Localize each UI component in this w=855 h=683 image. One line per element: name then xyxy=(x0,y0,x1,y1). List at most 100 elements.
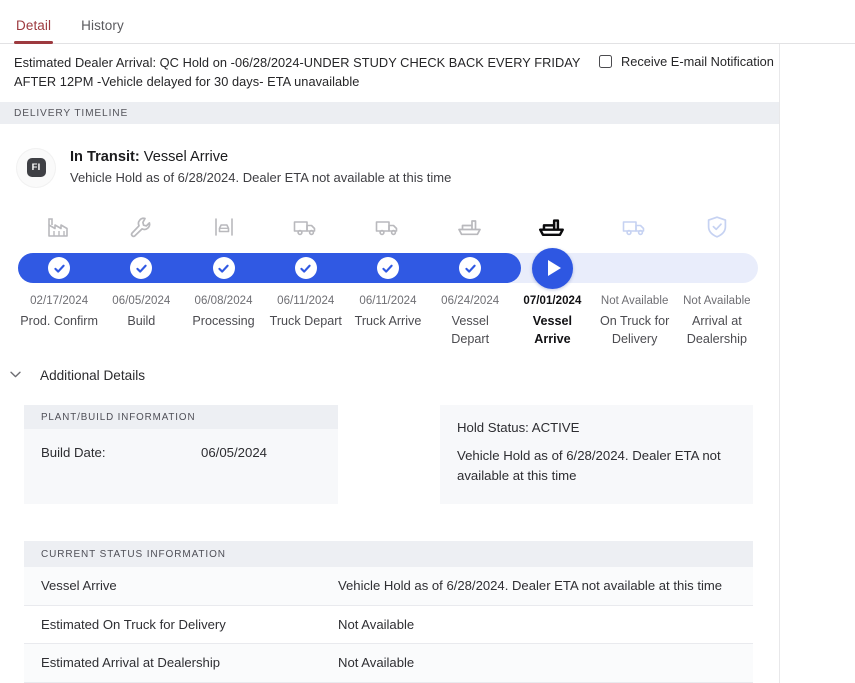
hold-status-card: Hold Status: ACTIVE Vehicle Hold as of 6… xyxy=(440,405,753,504)
timeline-node-arrival-at-dealership[interactable] xyxy=(676,253,758,283)
check-circle-icon xyxy=(459,257,481,279)
delivery-timeline: 02/17/2024 Prod. Confirm 06/05/2024 Buil… xyxy=(0,206,855,356)
receive-email-label[interactable]: Receive E-mail Notification xyxy=(621,54,774,69)
build-date-value: 06/05/2024 xyxy=(201,445,267,460)
table-row: Estimated On Truck for Delivery Not Avai… xyxy=(24,606,753,645)
plant-build-information-card: PLANT/BUILD INFORMATION Build Date: 06/0… xyxy=(24,405,338,504)
step-icon-vessel-depart xyxy=(429,206,511,248)
step-icon-truck-arrive xyxy=(347,206,429,248)
ship-icon xyxy=(456,215,484,239)
step-date: 06/24/2024 xyxy=(431,293,509,310)
timeline-node-truck-arrive[interactable] xyxy=(347,253,429,283)
timeline-label-on-truck-for-delivery: Not Available On Truck for Delivery xyxy=(594,293,676,348)
current-status-information-section: CURRENT STATUS INFORMATION Vessel Arrive… xyxy=(0,541,855,683)
status-title: In Transit: Vessel Arrive xyxy=(70,147,451,167)
chevron-down-icon xyxy=(10,370,20,381)
step-icon-arrival-at-dealership xyxy=(676,206,758,248)
step-icon-on-truck-for-delivery xyxy=(594,206,676,248)
timeline-label-truck-arrive: 06/11/2024 Truck Arrive xyxy=(347,293,429,348)
truck-icon xyxy=(621,215,649,239)
timeline-label-prod-confirm: 02/17/2024 Prod. Confirm xyxy=(18,293,100,348)
step-date: Not Available xyxy=(596,293,674,310)
build-date-row: Build Date: 06/05/2024 xyxy=(41,445,321,460)
current-status-table: CURRENT STATUS INFORMATION Vessel Arrive… xyxy=(24,541,753,683)
content-right-divider xyxy=(779,44,780,683)
status-row-value: Vehicle Hold as of 6/28/2024. Dealer ETA… xyxy=(338,578,753,593)
table-row: Vessel Arrive Vehicle Hold as of 6/28/20… xyxy=(24,567,753,606)
brand-avatar: FI xyxy=(16,148,56,188)
estimated-arrival-text: Estimated Dealer Arrival: QC Hold on -06… xyxy=(14,53,589,91)
status-row-label: Estimated On Truck for Delivery xyxy=(24,617,338,632)
timeline-node-build[interactable] xyxy=(100,253,182,283)
step-name: Prod. Confirm xyxy=(20,312,98,330)
estimated-arrival-notice: Estimated Dealer Arrival: QC Hold on -06… xyxy=(0,44,855,98)
vehicle-processing-icon xyxy=(211,215,237,239)
timeline-node-prod-confirm[interactable] xyxy=(18,253,100,283)
step-name: Truck Depart xyxy=(267,312,345,330)
status-row-label: Estimated Arrival at Dealership xyxy=(24,655,338,670)
step-name: Vessel Depart xyxy=(431,312,509,348)
timeline-node-on-truck-for-delivery[interactable] xyxy=(594,253,676,283)
timeline-label-vessel-depart: 06/24/2024 Vessel Depart xyxy=(429,293,511,348)
step-date: Not Available xyxy=(678,293,756,310)
check-circle-icon xyxy=(130,257,152,279)
timeline-node-row xyxy=(18,253,758,283)
step-name: Vessel Arrive xyxy=(513,312,591,348)
timeline-label-truck-depart: 06/11/2024 Truck Depart xyxy=(265,293,347,348)
current-status-header: FI In Transit: Vessel Arrive Vehicle Hol… xyxy=(0,124,855,188)
step-date: 06/08/2024 xyxy=(184,293,262,310)
build-date-key: Build Date: xyxy=(41,445,201,460)
timeline-label-row: 02/17/2024 Prod. Confirm 06/05/2024 Buil… xyxy=(18,293,758,348)
step-date: 06/11/2024 xyxy=(267,293,345,310)
vehicle-tracking-page: Detail History Estimated Dealer Arrival:… xyxy=(0,0,855,683)
tab-detail-label: Detail xyxy=(16,18,51,33)
timeline-label-arrival-at-dealership: Not Available Arrival at Dealership xyxy=(676,293,758,348)
table-row: Estimated Arrival at Dealership Not Avai… xyxy=(24,644,753,683)
plant-build-card-body: Build Date: 06/05/2024 xyxy=(24,429,338,482)
status-row-value: Not Available xyxy=(338,617,753,632)
check-circle-icon xyxy=(377,257,399,279)
status-title-stage: Vessel Arrive xyxy=(144,149,228,165)
status-detail: Vehicle Hold as of 6/28/2024. Dealer ETA… xyxy=(70,168,451,188)
email-notification-control[interactable]: Receive E-mail Notification xyxy=(599,53,774,69)
check-circle-icon xyxy=(295,257,317,279)
status-row-label: Vessel Arrive xyxy=(24,578,338,593)
plant-build-card-title: PLANT/BUILD INFORMATION xyxy=(41,412,195,423)
additional-details-label: Additional Details xyxy=(40,368,145,383)
timeline-icon-row xyxy=(18,206,758,248)
check-circle-icon xyxy=(213,257,235,279)
tab-history-label: History xyxy=(81,18,124,33)
truck-icon xyxy=(292,215,320,239)
receive-email-checkbox[interactable] xyxy=(599,55,612,68)
play-circle-icon xyxy=(532,248,573,289)
step-icon-vessel-arrive xyxy=(511,206,593,248)
tab-history[interactable]: History xyxy=(79,19,126,44)
truck-icon xyxy=(374,215,402,239)
additional-details-toggle[interactable]: Additional Details xyxy=(0,356,300,383)
step-date: 06/05/2024 xyxy=(102,293,180,310)
ship-icon xyxy=(537,214,567,240)
current-status-table-title: CURRENT STATUS INFORMATION xyxy=(41,549,226,560)
timeline-label-vessel-arrive: 07/01/2024 Vessel Arrive xyxy=(511,293,593,348)
step-icon-truck-depart xyxy=(265,206,347,248)
delivery-timeline-band: DELIVERY TIMELINE xyxy=(0,102,779,124)
timeline-node-vessel-depart[interactable] xyxy=(429,253,511,283)
brand-mark-icon: FI xyxy=(27,158,46,177)
step-name: Processing xyxy=(184,312,262,330)
timeline-node-vessel-arrive[interactable] xyxy=(511,253,593,283)
step-date: 02/17/2024 xyxy=(20,293,98,310)
timeline-node-truck-depart[interactable] xyxy=(265,253,347,283)
step-name: Build xyxy=(102,312,180,330)
tab-bar: Detail History xyxy=(0,0,855,44)
timeline-node-processing[interactable] xyxy=(182,253,264,283)
step-date: 06/11/2024 xyxy=(349,293,427,310)
step-icon-processing xyxy=(182,206,264,248)
step-icon-prod-confirm xyxy=(18,206,100,248)
current-status-table-header: CURRENT STATUS INFORMATION xyxy=(24,541,753,567)
step-date: 07/01/2024 xyxy=(513,293,591,310)
step-name: Arrival at Dealership xyxy=(678,312,756,348)
timeline-label-build: 06/05/2024 Build xyxy=(100,293,182,348)
tab-detail[interactable]: Detail xyxy=(14,19,53,44)
check-circle-icon xyxy=(48,257,70,279)
wrench-icon xyxy=(128,215,154,239)
